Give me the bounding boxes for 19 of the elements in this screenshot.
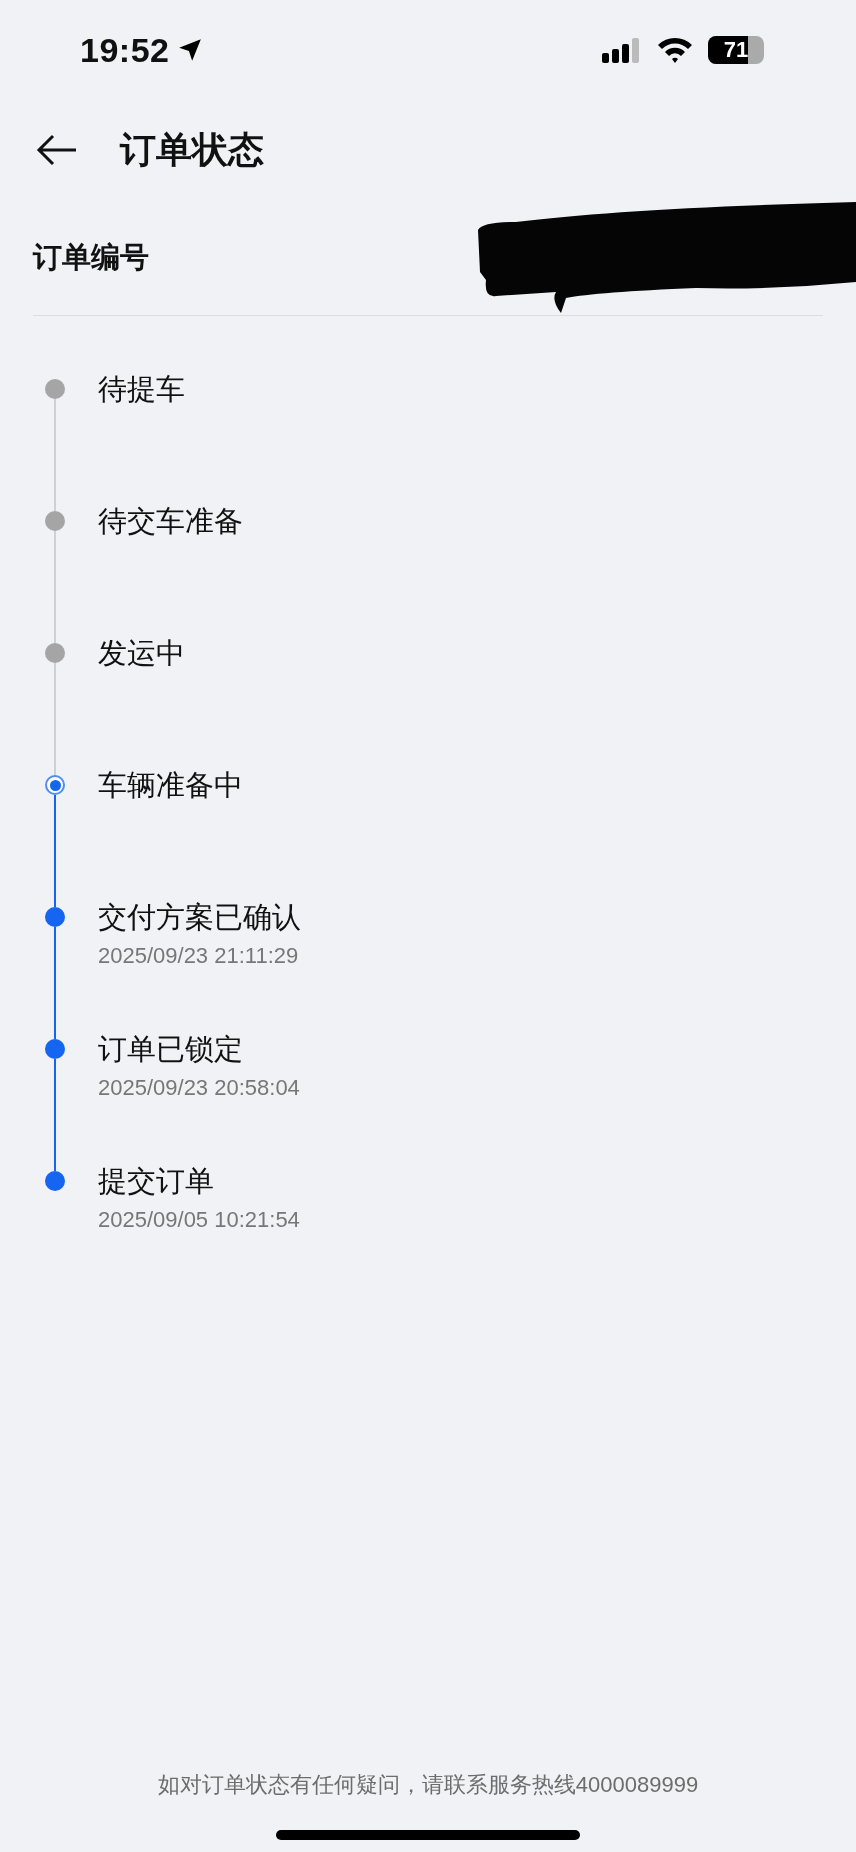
page-title: 订单状态 xyxy=(120,127,264,172)
step-title: 发运中 xyxy=(98,636,185,671)
wifi-icon xyxy=(656,36,694,64)
step-time: 2025/09/23 20:58:04 xyxy=(98,1075,300,1101)
order-number-label: 订单编号 xyxy=(33,239,149,275)
step-title: 待交车准备 xyxy=(98,504,243,539)
step-time: 2025/09/23 21:11:29 xyxy=(98,943,300,969)
step-title: 订单已锁定 xyxy=(98,1032,244,1067)
location-arrow-icon xyxy=(177,37,204,63)
step-title: 交付方案已确认 xyxy=(98,900,301,935)
hotline-note: 如对订单状态有任何疑问，请联系服务热线4000089999 xyxy=(157,1771,699,1799)
step-title: 车辆准备中 xyxy=(98,768,243,803)
signal-icon xyxy=(602,37,642,63)
battery-percent: 71 xyxy=(723,37,749,63)
status-time: 19:52 xyxy=(80,30,170,70)
step-time: 2025/09/05 10:21:54 xyxy=(98,1207,300,1233)
step-title: 提交订单 xyxy=(98,1164,215,1199)
back-arrow-icon[interactable] xyxy=(36,133,78,167)
step-title: 待提车 xyxy=(98,372,185,407)
